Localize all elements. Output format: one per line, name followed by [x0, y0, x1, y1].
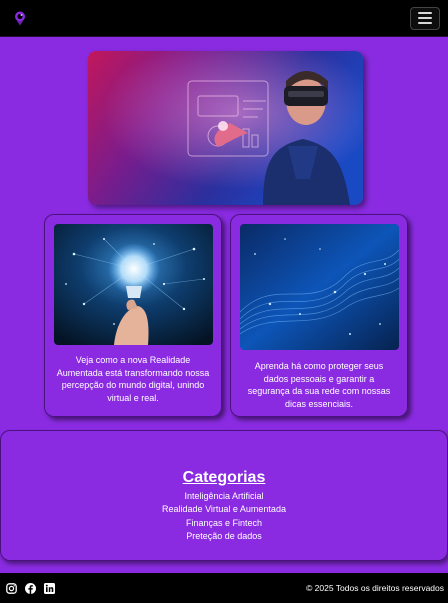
linkedin-icon[interactable] [44, 582, 55, 594]
copyright-text: © 2025 Todos os direitos reservados [306, 583, 444, 593]
hero-image [88, 51, 363, 205]
digital-wave-image [240, 224, 399, 350]
facebook-icon[interactable] [25, 582, 36, 594]
hamburger-menu-icon [418, 12, 432, 14]
categories-title: Categorias [182, 469, 266, 486]
category-link[interactable]: Finanças e Fintech [1, 517, 447, 530]
social-links [6, 582, 55, 594]
categories-section: Categorias Inteligência Artificial Reali… [0, 430, 448, 561]
card-description: Aprenda há como proteger seus dados pess… [247, 361, 391, 409]
lightbulb-network-image [54, 224, 213, 345]
instagram-icon[interactable] [6, 582, 17, 594]
categories-list: Inteligência Artificial Realidade Virtua… [1, 490, 447, 543]
category-link[interactable]: Preteção de dados [1, 530, 447, 543]
article-card-ar[interactable]: Veja como a nova Realidade Aumentada est… [44, 214, 222, 417]
card-description: Veja como a nova Realidade Aumentada est… [56, 355, 210, 403]
category-link[interactable]: Inteligência Artificial [1, 490, 447, 503]
brand-logo-icon[interactable] [10, 8, 30, 28]
navbar [0, 0, 448, 37]
category-link[interactable]: Realidade Virtual e Aumentada [1, 503, 447, 516]
footer: © 2025 Todos os direitos reservados [0, 573, 448, 603]
menu-toggle-button[interactable] [410, 6, 440, 30]
article-card-security[interactable]: Aprenda há como proteger seus dados pess… [230, 214, 408, 417]
